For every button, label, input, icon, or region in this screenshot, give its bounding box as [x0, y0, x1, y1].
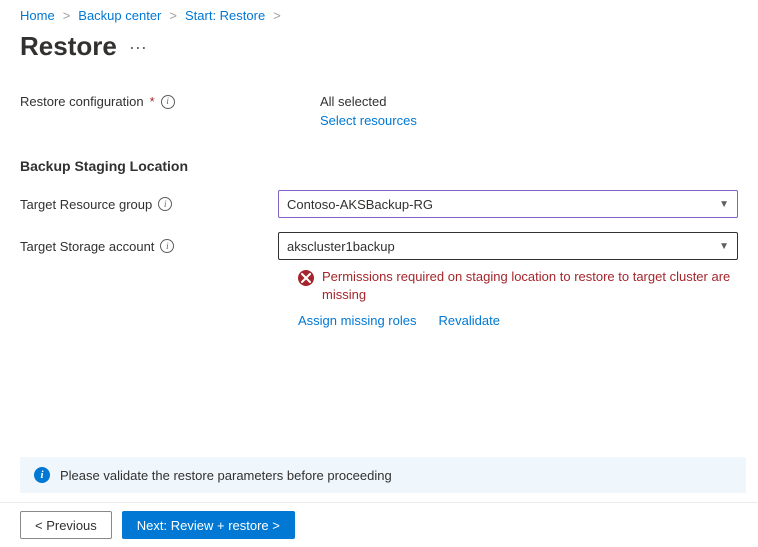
info-icon[interactable]: i: [160, 239, 174, 253]
more-menu-icon[interactable]: ···: [129, 38, 147, 56]
info-icon[interactable]: i: [161, 95, 175, 109]
section-heading-staging: Backup Staging Location: [0, 158, 758, 190]
select-resources-link[interactable]: Select resources: [320, 113, 417, 128]
previous-button[interactable]: < Previous: [20, 511, 112, 539]
resource-group-label: Target Resource group: [20, 197, 152, 212]
chevron-right-icon: >: [273, 8, 281, 23]
breadcrumb-backup-center[interactable]: Backup center: [78, 8, 161, 23]
footer-actions: < Previous Next: Review + restore >: [0, 502, 758, 547]
chevron-down-icon: ▼: [719, 199, 729, 210]
info-icon: i: [34, 467, 50, 483]
info-icon[interactable]: i: [158, 197, 172, 211]
assign-roles-link[interactable]: Assign missing roles: [298, 313, 417, 328]
breadcrumbs: Home > Backup center > Start: Restore >: [0, 0, 758, 23]
chevron-right-icon: >: [63, 8, 71, 23]
breadcrumb-home[interactable]: Home: [20, 8, 55, 23]
revalidate-link[interactable]: Revalidate: [439, 313, 500, 328]
chevron-right-icon: >: [169, 8, 177, 23]
resource-group-value: Contoso-AKSBackup-RG: [287, 197, 433, 212]
resource-group-select[interactable]: Contoso-AKSBackup-RG ▼: [278, 190, 738, 218]
required-asterisk: *: [150, 94, 155, 109]
storage-account-value: akscluster1backup: [287, 239, 395, 254]
storage-account-select[interactable]: akscluster1backup ▼: [278, 232, 738, 260]
chevron-down-icon: ▼: [719, 241, 729, 252]
validation-notice: i Please validate the restore parameters…: [20, 457, 746, 493]
page-title: Restore: [20, 31, 117, 62]
error-message: Permissions required on staging location…: [322, 268, 738, 303]
next-review-restore-button[interactable]: Next: Review + restore >: [122, 511, 295, 539]
notice-text: Please validate the restore parameters b…: [60, 468, 392, 483]
restore-config-status: All selected: [320, 90, 738, 109]
error-icon: [298, 270, 314, 286]
breadcrumb-start-restore[interactable]: Start: Restore: [185, 8, 265, 23]
storage-account-label: Target Storage account: [20, 239, 154, 254]
restore-config-label: Restore configuration: [20, 94, 144, 109]
